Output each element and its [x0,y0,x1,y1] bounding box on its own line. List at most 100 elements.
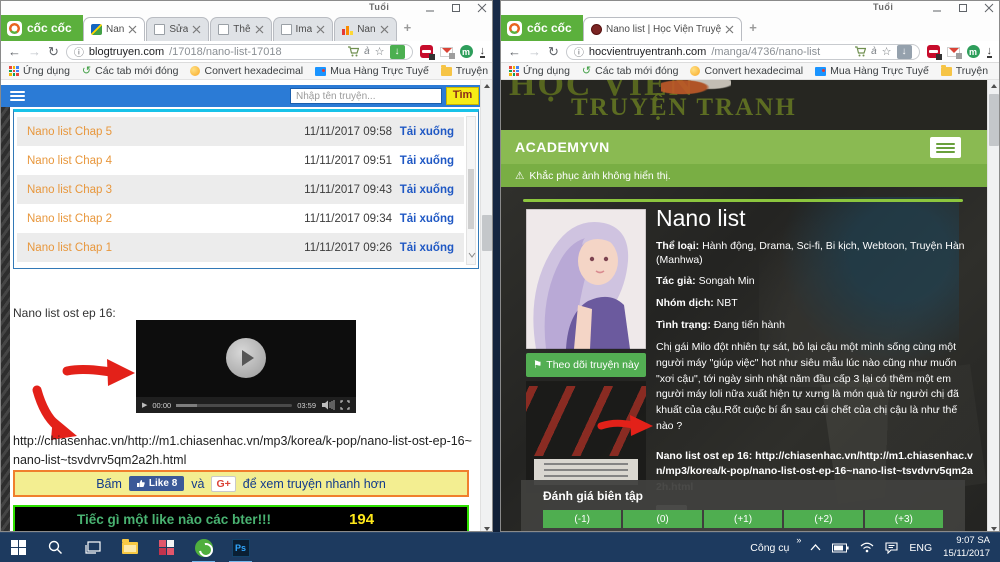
fullscreen-icon[interactable] [340,400,350,410]
new-tab-icon[interactable]: + [749,20,757,35]
refresh-icon[interactable]: ↻ [48,45,59,58]
gmail-icon[interactable] [947,47,960,57]
wifi-icon[interactable] [860,542,874,553]
gmail-icon[interactable] [440,47,453,57]
scroll-up-icon[interactable] [991,84,997,88]
browser-scrollbar[interactable] [480,80,492,532]
language-indicator[interactable]: ENG [909,542,932,554]
adblock-icon[interactable] [420,45,433,58]
maximize-icon[interactable] [450,2,462,13]
bookmark-shopping[interactable]: Mua Hàng Trực Tuyế [315,65,429,77]
forward-icon[interactable]: → [528,45,541,58]
player-play-icon[interactable]: ▶ [142,401,147,409]
seek-bar[interactable] [176,404,292,407]
tab-close-icon[interactable] [380,25,389,34]
tab-close-icon[interactable] [128,25,137,34]
volume-icon[interactable] [321,400,335,410]
refresh-icon[interactable]: ↻ [548,45,559,58]
tab-sua[interactable]: Sửa [146,17,209,41]
audio-player[interactable]: ▶ 00:00 03:59 [136,320,356,413]
scroll-up-icon[interactable] [484,84,490,88]
bookmark-reopened-tabs[interactable]: ↺Các tab mới đóng [582,65,679,77]
alert-bar[interactable]: ⚠ Khắc phục ảnh không hiển thị. [501,164,989,187]
profile-name[interactable]: Tuổi [369,2,389,12]
minimize-icon[interactable] [931,2,943,13]
address-bar[interactable]: ⓘ hocvientruyentranh.com /manga/4736/nan… [566,44,920,60]
bookmark-convert-hex[interactable]: Convert hexadecimal [690,65,803,77]
minimize-icon[interactable] [424,2,436,13]
scroll-down-icon[interactable] [991,527,997,531]
app-tiles-button[interactable] [148,533,185,562]
coccoc-logo[interactable]: cốc cốc [1,15,83,41]
rating-plus2-button[interactable]: (+2) [784,510,862,528]
close-icon[interactable] [983,2,995,13]
maximize-icon[interactable] [957,2,969,13]
m-extension-icon[interactable]: m [967,45,980,58]
cart-icon[interactable] [347,46,359,57]
download-media-button[interactable]: ↓ [390,45,405,59]
adblock-icon[interactable] [927,45,940,58]
chapter-link[interactable]: Nano list Chap 1 [27,242,284,254]
browser-scrollbar[interactable] [987,80,999,532]
rating-plus3-button[interactable]: (+3) [865,510,943,528]
facebook-like-button[interactable]: Like 8 [129,476,184,491]
bookmark-star-icon[interactable]: ☆ [375,45,385,58]
tab-ima[interactable]: Ima [273,17,334,41]
bookmark-apps[interactable]: Ứng dụng [9,65,70,77]
tools-tray-label[interactable]: Công cụ» [750,542,799,554]
bookmark-truyen-folder[interactable]: Truyện [941,65,988,77]
download-link[interactable]: Tải xuống [392,126,454,138]
bookmark-truyen-folder[interactable]: Truyện [441,65,488,77]
chapter-link[interactable]: Nano list Chap 4 [27,155,284,167]
dictionary-icon[interactable]: à [871,46,877,57]
chapter-link[interactable]: Nano list Chap 2 [27,213,284,225]
downloads-icon[interactable]: ↓ [987,46,993,58]
bookmark-convert-hex[interactable]: Convert hexadecimal [190,65,303,77]
close-icon[interactable] [476,2,488,13]
download-link[interactable]: Tải xuống [392,213,454,225]
list-scrollbar[interactable] [466,116,476,265]
tab-nan-chart[interactable]: Nan [334,17,396,41]
tab-close-icon[interactable] [255,25,264,34]
menu-button[interactable] [930,137,961,158]
search-input[interactable] [290,88,442,104]
new-tab-icon[interactable]: + [404,20,412,35]
bookmark-reopened-tabs[interactable]: ↺Các tab mới đóng [82,65,179,77]
download-link[interactable]: Tải xuống [392,184,454,196]
search-button[interactable] [37,533,74,562]
address-bar[interactable]: ⓘ blogtruyen.com /17018/nano-list-17018 … [66,44,413,60]
coccoc-logo[interactable]: cốc cốc [501,15,583,41]
show-hidden-icons[interactable] [810,544,821,551]
coccoc-taskbar-button[interactable] [185,533,222,562]
action-center-icon[interactable] [885,542,898,554]
forward-icon[interactable]: → [28,45,41,58]
search-button[interactable]: Tìm [446,87,479,105]
battery-icon[interactable] [832,543,849,553]
download-media-button[interactable]: ↓ [897,45,912,59]
file-explorer-button[interactable] [111,533,148,562]
tab-nano-list[interactable]: Nan [83,17,145,41]
tab-close-icon[interactable] [316,25,325,34]
start-button[interactable] [0,533,37,562]
back-icon[interactable]: ← [508,45,521,58]
tab-the[interactable]: Thê [210,17,271,41]
rating-plus1-button[interactable]: (+1) [704,510,782,528]
tab-nano-list-hvtt[interactable]: Nano list | Học Viện Truyệ [583,17,742,41]
task-view-button[interactable] [74,533,111,562]
manga-cover-image[interactable] [526,209,646,349]
bookmark-apps[interactable]: Ứng dụng [509,65,570,77]
m-extension-icon[interactable]: m [460,45,473,58]
play-button-icon[interactable] [226,338,266,378]
profile-name[interactable]: Tuổi [873,2,893,12]
download-link[interactable]: Tải xuống [392,242,454,254]
tab-close-icon[interactable] [725,25,734,34]
download-link[interactable]: Tải xuống [392,155,454,167]
menu-icon[interactable] [10,91,25,101]
gplus-button[interactable]: G+ [211,476,235,492]
bookmark-shopping[interactable]: Mua Hàng Trực Tuyế [815,65,929,77]
photoshop-taskbar-button[interactable]: Ps [222,533,259,562]
downloads-icon[interactable]: ↓ [480,46,486,58]
scrollbar-thumb[interactable] [989,94,999,146]
cart-icon[interactable] [854,46,866,57]
follow-button[interactable]: ⚑ Theo dõi truyện này [526,353,646,377]
